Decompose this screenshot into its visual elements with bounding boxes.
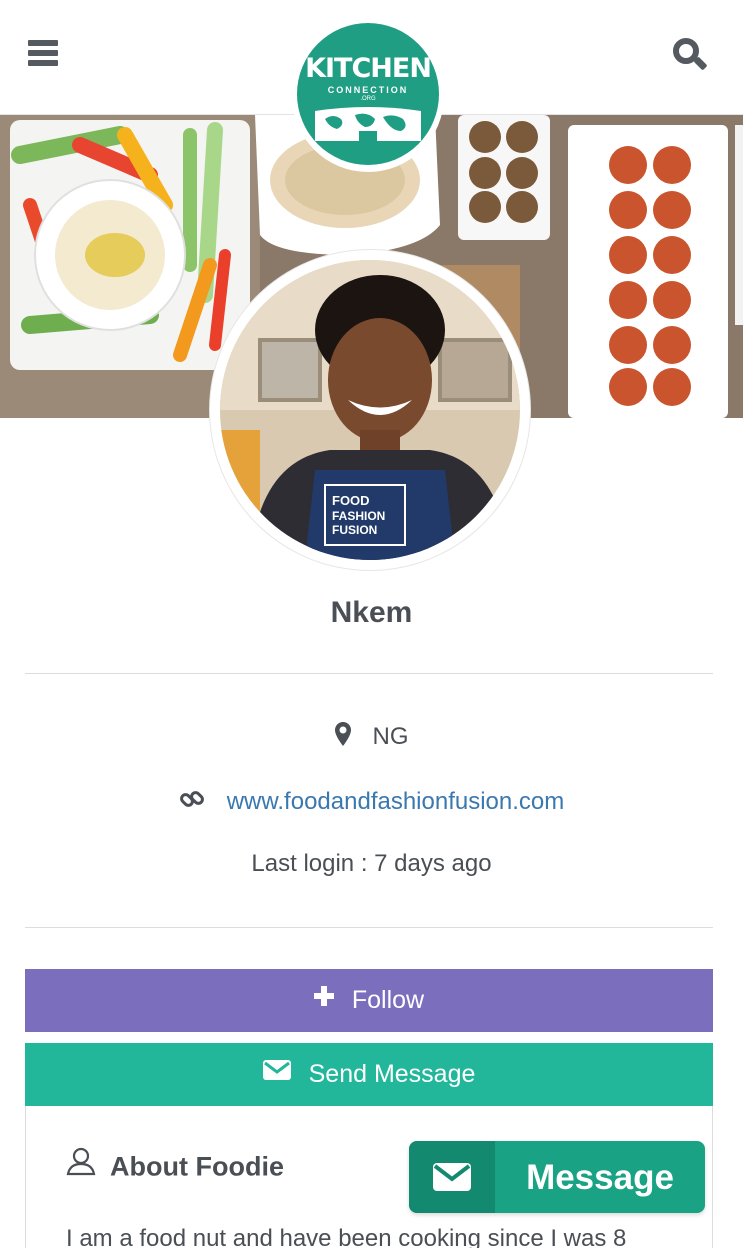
user-icon [66,1146,96,1183]
floating-message-button[interactable]: Message [409,1141,705,1213]
logo-suffix: .ORG [360,96,376,102]
kitchen-connection-logo[interactable]: KITCHEN CONNECTION .ORG [292,20,444,172]
hamburger-menu-icon[interactable] [28,40,60,68]
svg-text:FASHION: FASHION [332,509,385,523]
profile-name: Nkem [330,596,413,629]
send-message-button[interactable]: Send Message [25,1043,713,1106]
avatar-photo: FOOD FASHION FUSION [220,260,520,560]
about-heading-text: About Foodie [110,1151,284,1182]
about-text: I am a food nut and have been cooking si… [66,1225,627,1248]
location-text: NG [372,722,409,750]
plus-icon [313,967,334,1030]
website-link[interactable]: www.foodandfashionfusion.com [227,788,565,815]
divider [25,927,713,928]
svg-text:FOOD: FOOD [332,493,370,508]
website-row: www.foodandfashionfusion.com [0,786,743,819]
location-row: NG [0,722,743,753]
map-marker-icon [334,722,351,753]
profile-avatar[interactable]: FOOD FASHION FUSION [210,250,530,570]
last-login-text: Last login : 7 days ago [251,850,492,877]
envelope-icon [262,1041,291,1104]
follow-button[interactable]: Follow [25,969,713,1032]
search-icon[interactable] [673,38,709,74]
divider [25,673,713,674]
send-message-label: Send Message [308,1060,476,1088]
envelope-icon [409,1141,495,1213]
globe-icon [315,107,421,141]
svg-text:FUSION: FUSION [332,523,377,537]
floating-message-label: Message [526,1158,674,1197]
follow-label: Follow [351,986,425,1014]
about-heading: About Foodie [66,1147,284,1187]
link-icon [179,786,205,819]
logo-title: KITCHEN [305,53,432,84]
logo-subtitle: CONNECTION [327,85,409,95]
